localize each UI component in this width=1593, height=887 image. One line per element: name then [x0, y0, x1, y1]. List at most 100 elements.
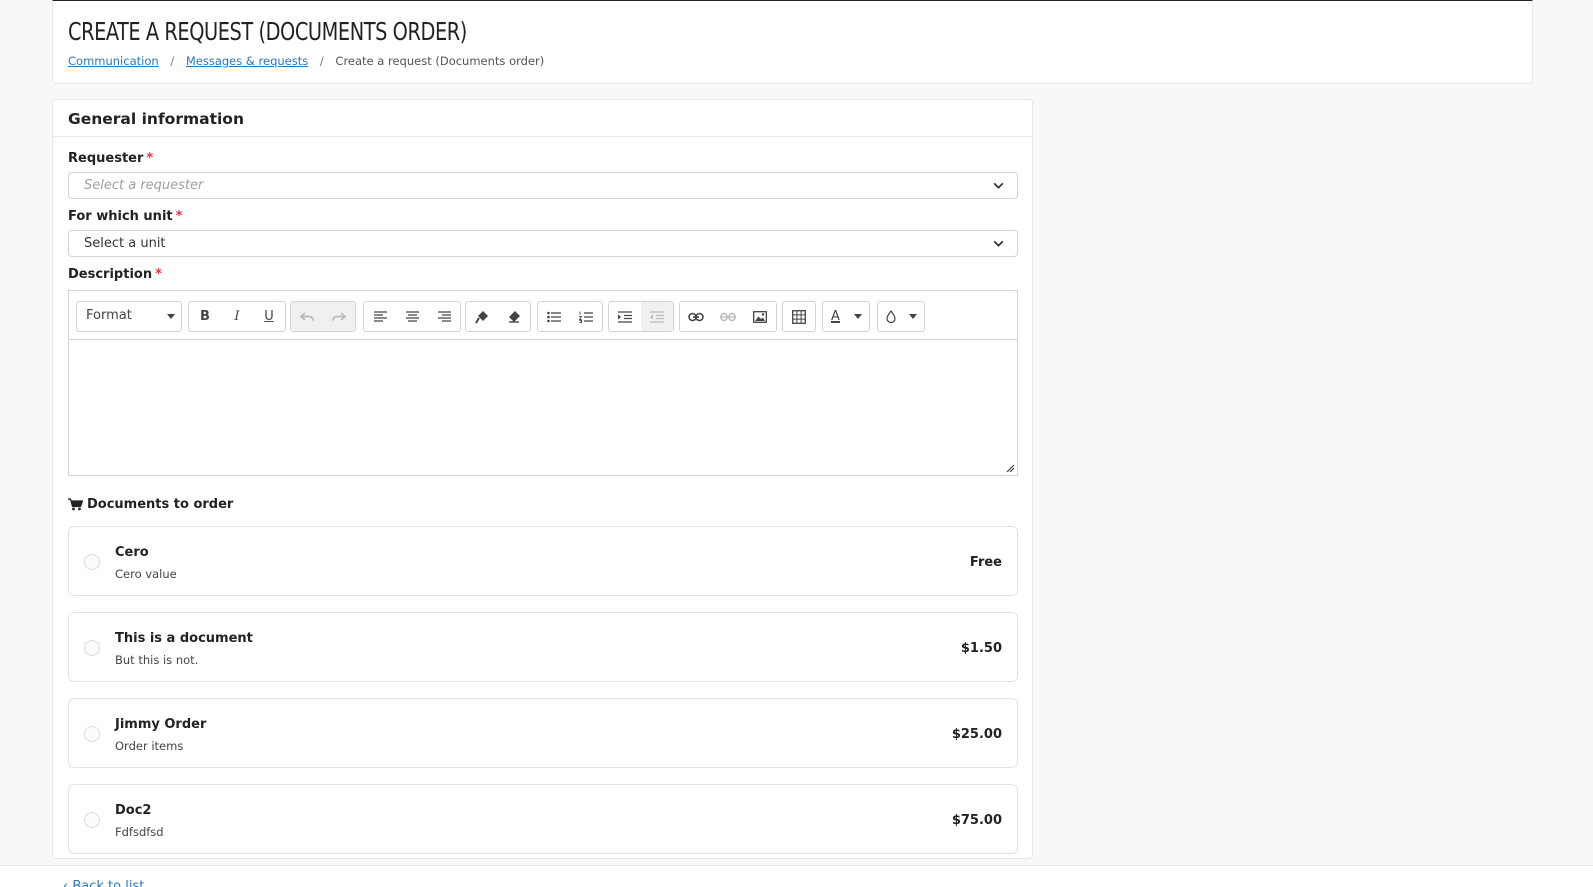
- table-icon: [792, 309, 806, 324]
- indent-button[interactable]: [609, 302, 641, 331]
- link-icon: [688, 312, 704, 321]
- footer-bar: ‹ Back to list: [0, 865, 1593, 887]
- cart-icon: [68, 498, 83, 511]
- breadcrumb-messages-requests[interactable]: Messages & requests: [186, 54, 308, 68]
- format-painter-button[interactable]: [466, 302, 498, 331]
- format-painter-icon: [475, 310, 488, 324]
- description-label-text: Description: [68, 267, 153, 282]
- document-price: Free: [969, 555, 1002, 570]
- underline-icon: U: [264, 309, 274, 324]
- unit-select[interactable]: Select a unit: [68, 230, 1018, 257]
- history-group: [290, 301, 356, 332]
- table-group: [782, 301, 816, 332]
- caret-down-icon: [909, 314, 917, 319]
- description-editor: Format B I U A: [68, 290, 1018, 476]
- breadcrumb-separator: /: [170, 54, 175, 68]
- document-description: Fdfsdfsd: [115, 825, 164, 839]
- document-radio[interactable]: [84, 640, 100, 656]
- unit-select-value: Select a unit: [84, 236, 166, 251]
- document-price: $1.50: [960, 641, 1002, 656]
- document-radio[interactable]: [84, 812, 100, 828]
- document-radio[interactable]: [84, 726, 100, 742]
- requester-label-text: Requester: [68, 151, 144, 166]
- required-mark: *: [175, 209, 183, 224]
- breadcrumb: Communication / Messages & requests / Cr…: [68, 54, 544, 68]
- align-left-icon: [373, 311, 387, 322]
- bullet-list-icon: [547, 311, 561, 322]
- underline-button[interactable]: U: [253, 302, 285, 331]
- indent-icon: [618, 310, 632, 323]
- outdent-icon: [650, 310, 664, 323]
- document-option[interactable]: Doc2 Fdfsdfsd $75.00: [68, 784, 1018, 854]
- redo-icon: [332, 311, 346, 321]
- clear-format-icon: [509, 310, 520, 323]
- resize-handle-icon[interactable]: [1005, 463, 1015, 473]
- unlink-icon: [720, 312, 736, 321]
- numbered-list-icon: [579, 311, 593, 323]
- indent-group: [608, 301, 674, 332]
- unit-label-text: For which unit: [68, 209, 173, 224]
- numbered-list-button[interactable]: [570, 302, 602, 331]
- document-option[interactable]: Cero Cero value Free: [68, 526, 1018, 596]
- format-dropdown-label: Format: [86, 308, 132, 323]
- back-to-list-link[interactable]: ‹ Back to list: [63, 879, 144, 887]
- document-option[interactable]: Jimmy Order Order items $25.00: [68, 698, 1018, 768]
- document-name: Jimmy Order: [115, 717, 207, 732]
- description-textarea[interactable]: [69, 340, 1017, 475]
- description-label: Description *: [68, 267, 162, 282]
- table-button[interactable]: [783, 302, 815, 331]
- redo-button[interactable]: [323, 302, 355, 331]
- bold-button[interactable]: B: [189, 302, 221, 331]
- insert-group: [679, 301, 777, 332]
- editor-toolbar: Format B I U A: [69, 291, 1017, 340]
- page-title: CREATE A REQUEST (DOCUMENTS ORDER): [68, 17, 467, 46]
- list-group: [537, 301, 603, 332]
- italic-icon: I: [234, 309, 240, 324]
- format-tools-group: [465, 301, 531, 332]
- format-dropdown[interactable]: Format: [76, 301, 182, 332]
- align-center-icon: [405, 311, 419, 322]
- caret-down-icon: [854, 314, 862, 319]
- background-color-icon: [886, 309, 896, 323]
- unlink-button[interactable]: [712, 302, 744, 331]
- link-button[interactable]: [680, 302, 712, 331]
- italic-button[interactable]: I: [221, 302, 253, 331]
- background-color-dropdown[interactable]: [877, 301, 925, 332]
- document-name: Doc2: [115, 803, 152, 818]
- document-name: This is a document: [115, 631, 253, 646]
- bullet-list-button[interactable]: [538, 302, 570, 331]
- clear-format-button[interactable]: [498, 302, 530, 331]
- image-icon: [753, 310, 767, 323]
- general-information-card: General information Requester * Select a …: [52, 99, 1033, 859]
- requester-select[interactable]: Select a requester: [68, 172, 1018, 199]
- align-right-icon: [437, 311, 451, 322]
- undo-button[interactable]: [291, 302, 323, 331]
- text-color-icon: A: [831, 309, 840, 324]
- document-price: $25.00: [951, 727, 1002, 742]
- document-radio[interactable]: [84, 554, 100, 570]
- unit-label: For which unit *: [68, 209, 182, 224]
- breadcrumb-current: Create a request (Documents order): [335, 54, 545, 68]
- align-right-button[interactable]: [428, 302, 460, 331]
- documents-section-label: Documents to order: [87, 497, 234, 512]
- align-center-button[interactable]: [396, 302, 428, 331]
- requester-label: Requester *: [68, 151, 153, 166]
- text-color-dropdown[interactable]: A: [822, 301, 870, 332]
- breadcrumb-communication[interactable]: Communication: [68, 54, 159, 68]
- document-price: $75.00: [951, 813, 1002, 828]
- page-header: CREATE A REQUEST (DOCUMENTS ORDER) Commu…: [52, 0, 1533, 84]
- document-option[interactable]: This is a document But this is not. $1.5…: [68, 612, 1018, 682]
- alignment-group: [363, 301, 461, 332]
- back-to-list-label: Back to list: [72, 879, 145, 887]
- image-button[interactable]: [744, 302, 776, 331]
- required-mark: *: [155, 267, 162, 282]
- outdent-button[interactable]: [641, 302, 673, 331]
- document-description: But this is not.: [115, 653, 199, 667]
- card-title: General information: [53, 100, 1032, 137]
- document-description: Cero value: [115, 567, 177, 581]
- bold-icon: B: [200, 309, 210, 324]
- required-mark: *: [146, 151, 154, 166]
- chevron-down-icon: [993, 240, 1004, 247]
- align-left-button[interactable]: [364, 302, 396, 331]
- breadcrumb-separator: /: [319, 54, 324, 68]
